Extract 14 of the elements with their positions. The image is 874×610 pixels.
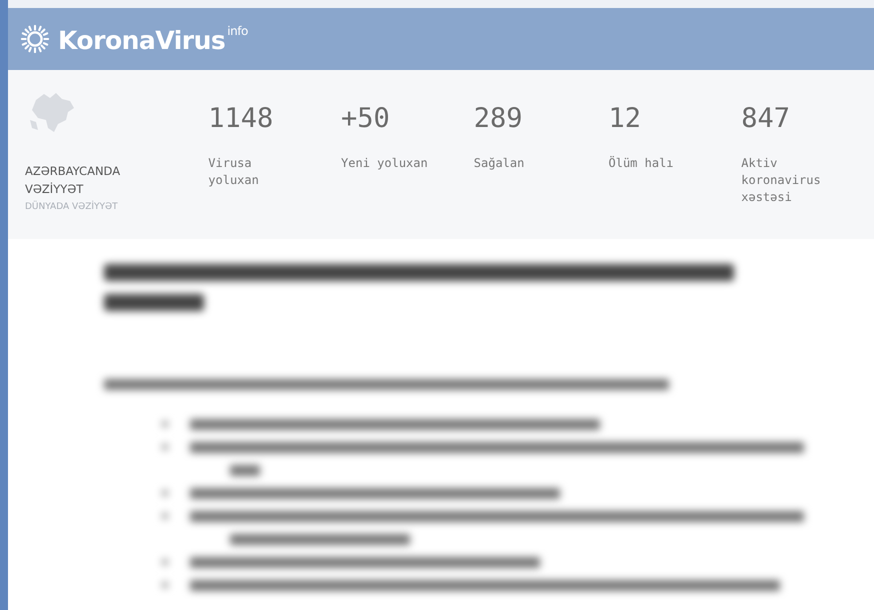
stat-label: Aktiv koronavirus xəstəsi [741, 155, 822, 206]
stat-label: Yeni yoluxan [341, 155, 429, 172]
stat-value: 289 [474, 103, 524, 135]
world-status-link[interactable]: DÜNYADA VƏZİYYƏT [25, 202, 208, 212]
stat-label: Ölüm halı [608, 155, 675, 172]
stat-value: 1148 [208, 103, 274, 135]
stat-label: Virusa yoluxan [208, 155, 260, 189]
stat-value: 847 [741, 103, 792, 135]
stat-label: Sağalan [474, 155, 526, 172]
stat-value: +50 [341, 103, 391, 135]
region-title: AZƏRBAYCANDA VƏZİYYƏT [25, 163, 122, 198]
virus-logo-icon [20, 24, 50, 54]
site-logo-text[interactable]: KoronaVirus$^{info}$ [58, 24, 248, 54]
stat-value: 12 [608, 103, 642, 135]
